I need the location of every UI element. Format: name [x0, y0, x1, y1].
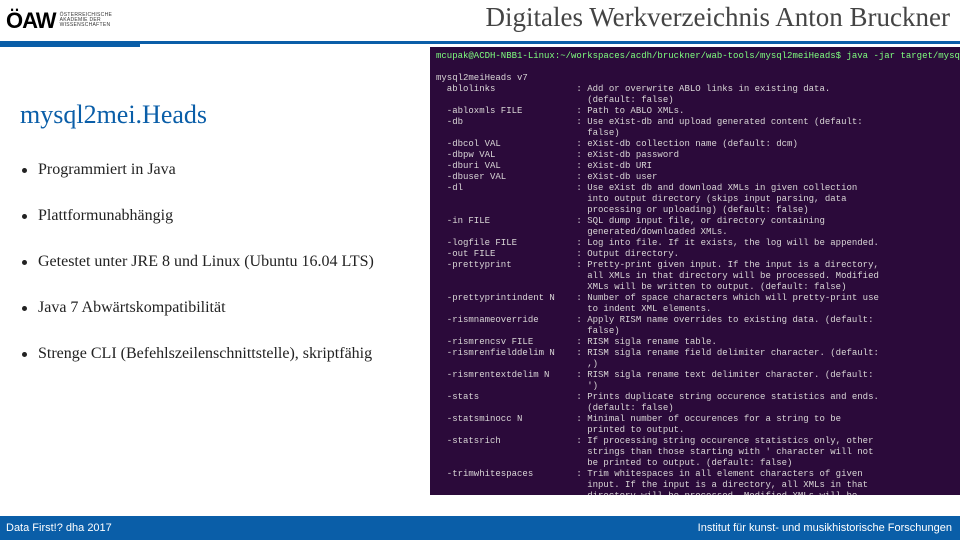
header-bar: ÖAW ÖSTERREICHISCHE AKADEMIE DER WISSENS…	[0, 0, 960, 44]
accent-bar	[0, 44, 140, 47]
logo-main: ÖAW	[6, 8, 56, 34]
list-item: Plattformunabhängig	[20, 206, 420, 226]
list-item: Programmiert in Java	[20, 160, 420, 180]
list-item: Getestet unter JRE 8 und Linux (Ubuntu 1…	[20, 252, 420, 272]
slide-root: ÖAW ÖSTERREICHISCHE AKADEMIE DER WISSENS…	[0, 0, 960, 540]
terminal-screenshot: mcupak@ACDH-NBB1-Linux:~/workspaces/acdh…	[430, 47, 960, 495]
logo-block: ÖAW ÖSTERREICHISCHE AKADEMIE DER WISSENS…	[0, 8, 112, 34]
footer-right: Institut für kunst- und musikhistorische…	[630, 516, 960, 540]
content-left: mysql2mei.Heads Programmiert in Java Pla…	[20, 100, 420, 390]
section-title: mysql2mei.Heads	[20, 100, 420, 130]
footer-bar: Data First!? dha 2017 Institut für kunst…	[0, 516, 960, 540]
bullet-list: Programmiert in Java Plattformunabhängig…	[20, 160, 420, 364]
terminal-body: mysql2meiHeads v7 ablolinks : Add or ove…	[436, 73, 879, 495]
footer-left: Data First!? dha 2017	[0, 516, 145, 540]
footer-mid	[145, 516, 630, 540]
logo-subtext: ÖSTERREICHISCHE AKADEMIE DER WISSENSCHAF…	[60, 13, 113, 28]
page-title: Digitales Werkverzeichnis Anton Bruckner	[486, 2, 950, 33]
list-item: Strenge CLI (Befehlszeilenschnittstelle)…	[20, 344, 420, 364]
terminal-prompt: mcupak@ACDH-NBB1-Linux:~/workspaces/acdh…	[436, 51, 960, 61]
list-item: Java 7 Abwärtskompatibilität	[20, 298, 420, 318]
logo-sub-line: WISSENSCHAFTEN	[60, 23, 113, 28]
